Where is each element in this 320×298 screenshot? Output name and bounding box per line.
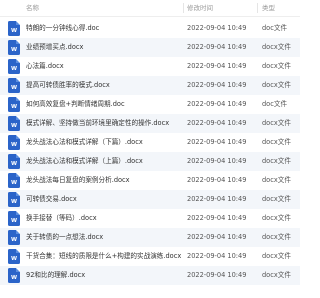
file-modified-date: 2022-09-04 10:49 (187, 195, 247, 203)
file-row[interactable]: W 关于转债的一点想法.docx 2022-09-04 10:49 docx文件 (0, 228, 300, 247)
file-row[interactable]: W 92和比的理解.docx 2022-09-04 10:49 docx文件 (0, 266, 300, 285)
word-document-icon: W (8, 211, 20, 226)
column-divider[interactable] (183, 3, 184, 13)
file-name: 92和比的理解.docx (26, 271, 86, 279)
file-type: doc文件 (262, 100, 288, 108)
file-name: 业绩预增买点.docx (26, 43, 84, 51)
file-modified-date: 2022-09-04 10:49 (187, 233, 247, 241)
file-modified-date: 2022-09-04 10:49 (187, 138, 247, 146)
word-document-icon: W (8, 230, 20, 245)
file-modified-date: 2022-09-04 10:49 (187, 157, 247, 165)
file-name: 龙头战法心法和模式详解（上篇）.docx (26, 157, 143, 165)
file-list-header: 名称 修改时间 类型 (0, 0, 300, 17)
file-modified-date: 2022-09-04 10:49 (187, 81, 247, 89)
file-type: docx文件 (262, 214, 291, 222)
word-document-icon: W (8, 59, 20, 74)
file-row[interactable]: W 干货合集：短线的质限是什么+构建的实战演练.docx 2022-09-04 … (0, 247, 300, 266)
file-type: docx文件 (262, 176, 291, 184)
file-type: docx文件 (262, 271, 291, 279)
file-type: docx文件 (262, 233, 291, 241)
file-modified-date: 2022-09-04 10:49 (187, 214, 247, 222)
file-name: 换手接替（等码）.docx (26, 214, 97, 222)
word-document-icon: W (8, 249, 20, 264)
column-divider[interactable] (257, 3, 258, 13)
file-row[interactable]: W 换手接替（等码）.docx 2022-09-04 10:49 docx文件 (0, 209, 300, 228)
word-document-icon: W (8, 173, 20, 188)
file-type: docx文件 (262, 43, 291, 51)
file-name: 提高可转债胜率的模式.docx (26, 81, 110, 89)
file-modified-date: 2022-09-04 10:49 (187, 252, 247, 260)
file-name: 干货合集：短线的质限是什么+构建的实战演练.docx (26, 252, 182, 260)
word-document-icon: W (8, 97, 20, 112)
file-name: 特朗的一分钟线心得.doc (26, 24, 100, 32)
word-document-icon: W (8, 135, 20, 150)
column-header-type[interactable]: 类型 (262, 0, 275, 16)
word-document-icon: W (8, 268, 20, 283)
file-name: 心法篇.docx (26, 62, 64, 70)
file-name: 关于转债的一点想法.docx (26, 233, 104, 241)
file-modified-date: 2022-09-04 10:49 (187, 62, 247, 70)
column-header-date[interactable]: 修改时间 (187, 0, 213, 16)
word-document-icon: W (8, 78, 20, 93)
file-modified-date: 2022-09-04 10:49 (187, 119, 247, 127)
file-modified-date: 2022-09-04 10:49 (187, 43, 247, 51)
file-type: docx文件 (262, 62, 291, 70)
file-row[interactable]: W 可转债交易.docx 2022-09-04 10:49 docx文件 (0, 190, 300, 209)
file-type: docx文件 (262, 195, 291, 203)
file-modified-date: 2022-09-04 10:49 (187, 271, 247, 279)
word-document-icon: W (8, 40, 20, 55)
file-name: 如何高效复盘+判断情绪周期.doc (26, 100, 125, 108)
file-type: docx文件 (262, 81, 291, 89)
word-document-icon: W (8, 192, 20, 207)
file-row[interactable]: W 模式详解、坚持做当前环境里确定性的操作.docx 2022-09-04 10… (0, 114, 300, 133)
file-row[interactable]: W 龙头战法心法和模式详解（上篇）.docx 2022-09-04 10:49 … (0, 152, 300, 171)
column-header-name[interactable]: 名称 (26, 0, 39, 16)
file-row[interactable]: W 特朗的一分钟线心得.doc 2022-09-04 10:49 doc文件 (0, 19, 300, 38)
file-name: 龙头战法每日复盘的案例分析.docx (26, 176, 130, 184)
file-row[interactable]: W 提高可转债胜率的模式.docx 2022-09-04 10:49 docx文… (0, 76, 300, 95)
file-type: docx文件 (262, 252, 291, 260)
file-name: 龙头战法心法和模式详解（下篇）.docx (26, 138, 143, 146)
word-document-icon: W (8, 154, 20, 169)
file-row[interactable]: W 如何高效复盘+判断情绪周期.doc 2022-09-04 10:49 doc… (0, 95, 300, 114)
word-document-icon: W (8, 21, 20, 36)
file-name: 模式详解、坚持做当前环境里确定性的操作.docx (26, 119, 170, 127)
file-row[interactable]: W 业绩预增买点.docx 2022-09-04 10:49 docx文件 (0, 38, 300, 57)
file-name: 可转债交易.docx (26, 195, 77, 203)
file-modified-date: 2022-09-04 10:49 (187, 24, 247, 32)
file-type: docx文件 (262, 119, 291, 127)
file-type: doc文件 (262, 24, 288, 32)
file-row[interactable]: W 心法篇.docx 2022-09-04 10:49 docx文件 (0, 57, 300, 76)
file-row[interactable]: W 龙头战法每日复盘的案例分析.docx 2022-09-04 10:49 do… (0, 171, 300, 190)
file-type: docx文件 (262, 157, 291, 165)
file-type: docx文件 (262, 138, 291, 146)
file-modified-date: 2022-09-04 10:49 (187, 100, 247, 108)
file-row[interactable]: W 龙头战法心法和模式详解（下篇）.docx 2022-09-04 10:49 … (0, 133, 300, 152)
word-document-icon: W (8, 116, 20, 131)
file-modified-date: 2022-09-04 10:49 (187, 176, 247, 184)
